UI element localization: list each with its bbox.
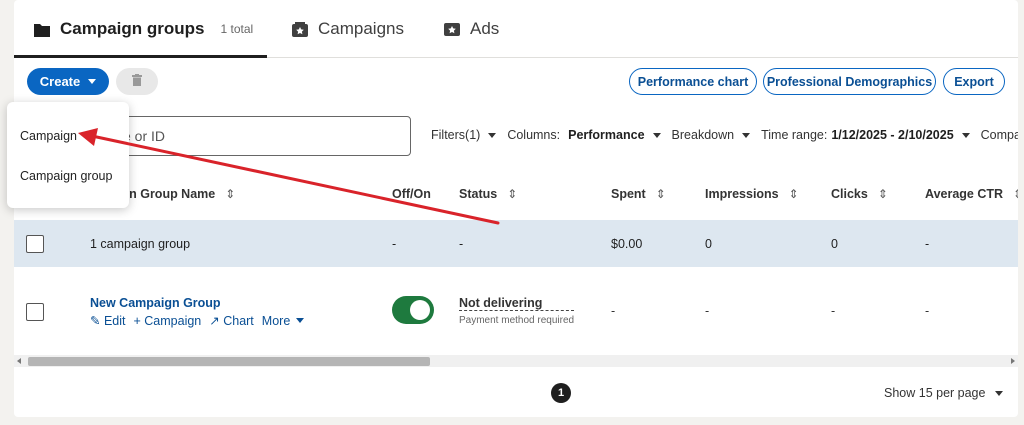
annotation-arrow bbox=[78, 128, 500, 225]
